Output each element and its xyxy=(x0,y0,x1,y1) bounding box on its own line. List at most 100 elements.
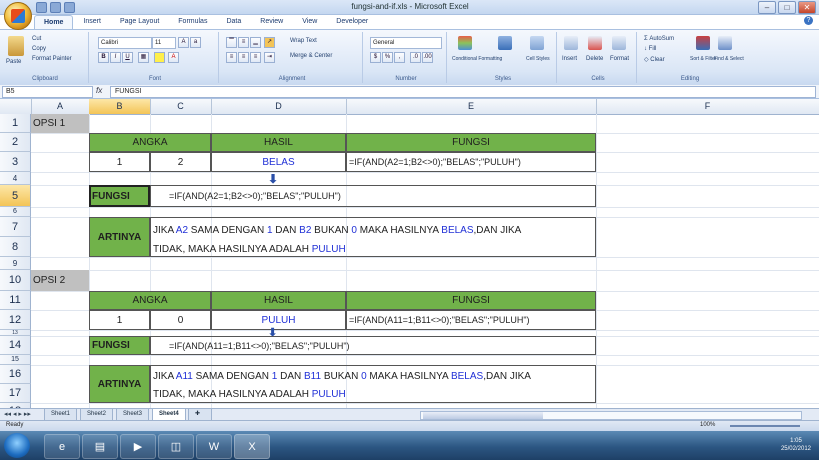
row-header-15[interactable]: 15 xyxy=(0,355,31,365)
increase-decimal-icon[interactable]: .0 xyxy=(410,52,421,63)
column-header-e[interactable]: E xyxy=(346,99,597,114)
sort-filter-button[interactable]: Sort & Filter xyxy=(690,56,716,62)
decrease-decimal-icon[interactable]: .00 xyxy=(422,52,433,63)
wrap-text-button[interactable]: Wrap Text xyxy=(290,38,317,44)
cell-d2-hasil[interactable]: HASIL xyxy=(211,133,346,152)
bold-icon[interactable]: B xyxy=(98,52,109,63)
row-header-17[interactable]: 17 xyxy=(0,384,31,403)
delete-button[interactable]: Delete xyxy=(586,56,603,62)
cell-styles-icon[interactable] xyxy=(530,36,544,50)
number-format-select[interactable]: General xyxy=(370,37,442,49)
cell-styles-button[interactable]: Cell Styles xyxy=(526,56,550,62)
paste-icon[interactable] xyxy=(8,36,24,56)
format-cells-icon[interactable] xyxy=(612,36,626,50)
insert-button[interactable]: Insert xyxy=(562,56,577,62)
shrink-font-icon[interactable]: a xyxy=(190,37,201,48)
cell-c5-formula[interactable]: =IF(AND(A2=1;B2<>0);"BELAS";"PULUH") xyxy=(150,185,596,207)
tab-developer[interactable]: Developer xyxy=(327,15,377,28)
row-header-7[interactable]: 7 xyxy=(0,217,31,237)
minimize-button[interactable]: – xyxy=(758,1,776,14)
percent-icon[interactable]: % xyxy=(382,52,393,63)
column-header-a[interactable]: A xyxy=(31,99,90,114)
column-header-d[interactable]: D xyxy=(211,99,347,114)
row-header-16[interactable]: 16 xyxy=(0,365,31,384)
row-header-8[interactable]: 8 xyxy=(0,237,31,257)
cell-b5-fungsi-label[interactable]: FUNGSI xyxy=(89,185,150,207)
horizontal-scrollbar[interactable] xyxy=(420,411,802,420)
row-header-5[interactable]: 5 xyxy=(0,185,31,207)
row-header-10[interactable]: 10 xyxy=(0,270,31,291)
tab-home[interactable]: Home xyxy=(34,15,74,29)
row-header-2[interactable]: 2 xyxy=(0,133,31,152)
row-header-12[interactable]: 12 xyxy=(0,310,31,330)
zoom-slider[interactable] xyxy=(730,425,800,427)
paste-button[interactable]: Paste xyxy=(6,59,21,65)
conditional-formatting-button[interactable]: Conditional Formatting xyxy=(452,56,502,62)
formula-input[interactable]: FUNGSI xyxy=(110,86,816,98)
cut-button[interactable]: Cut xyxy=(32,36,41,42)
maximize-button[interactable]: □ xyxy=(778,1,796,14)
row-header-3[interactable]: 3 xyxy=(0,152,31,172)
font-color-icon[interactable]: A xyxy=(168,52,179,63)
cell-e3[interactable]: =IF(AND(A2=1;B2<>0);"BELAS";"PULUH") xyxy=(346,152,596,172)
fill-button[interactable]: ↓ Fill xyxy=(644,46,656,52)
format-table-icon[interactable] xyxy=(498,36,512,50)
underline-icon[interactable]: U xyxy=(122,52,133,63)
autosum-button[interactable]: Σ AutoSum xyxy=(644,36,674,42)
zoom-level[interactable]: 100% xyxy=(700,422,715,428)
fill-color-icon[interactable] xyxy=(154,52,165,63)
row-header-1[interactable]: 1 xyxy=(0,114,31,133)
row-header-9[interactable]: 9 xyxy=(0,257,31,270)
insert-cells-icon[interactable] xyxy=(564,36,578,50)
network-icon[interactable]: ◫ xyxy=(158,434,194,459)
format-button[interactable]: Format xyxy=(610,56,629,62)
undo-icon[interactable] xyxy=(50,2,61,13)
align-bottom-icon[interactable]: ▁ xyxy=(250,37,261,48)
cell-e12[interactable]: =IF(AND(A11=1;B11<>0);"BELAS";"PULUH") xyxy=(346,310,596,330)
sheet-nav-arrows-icon[interactable]: ◂◂ ◂ ▸ ▸▸ xyxy=(4,410,31,418)
align-right-icon[interactable]: ≡ xyxy=(250,52,261,63)
currency-icon[interactable]: $ xyxy=(370,52,381,63)
tab-review[interactable]: Review xyxy=(251,15,292,28)
align-center-icon[interactable]: ≡ xyxy=(238,52,249,63)
cell-e11-fungsi[interactable]: FUNGSI xyxy=(346,291,596,310)
merge-center-button[interactable]: Merge & Center xyxy=(290,53,332,59)
orientation-icon[interactable]: ↗ xyxy=(264,37,275,48)
align-top-icon[interactable]: ▔ xyxy=(226,37,237,48)
insert-function-icon[interactable]: fx xyxy=(96,86,102,95)
cell-a10[interactable]: OPSI 2 xyxy=(31,270,89,291)
row-header-14[interactable]: 14 xyxy=(0,336,31,355)
grow-font-icon[interactable]: A xyxy=(178,37,189,48)
redo-icon[interactable] xyxy=(64,2,75,13)
cell-b11-angka[interactable]: ANGKA xyxy=(89,291,211,310)
border-icon[interactable]: ▦ xyxy=(138,52,149,63)
cell-c16-explanation[interactable]: JIKA A11 SAMA DENGAN 1 DAN B11 BUKAN 0 M… xyxy=(150,365,596,403)
format-painter-button[interactable]: Format Painter xyxy=(32,56,72,62)
cell-e2-fungsi[interactable]: FUNGSI xyxy=(346,133,596,152)
clear-button[interactable]: ◇ Clear xyxy=(644,56,665,63)
copy-button[interactable]: Copy xyxy=(32,46,46,52)
row-header-4[interactable]: 4 xyxy=(0,172,31,185)
explorer-icon[interactable]: ▤ xyxy=(82,434,118,459)
sort-filter-icon[interactable] xyxy=(696,36,710,50)
cell-c3[interactable]: 2 xyxy=(150,152,211,172)
align-middle-icon[interactable]: ≡ xyxy=(238,37,249,48)
cell-b3[interactable]: 1 xyxy=(89,152,150,172)
cell-b7-artinya[interactable]: ARTINYA xyxy=(89,217,150,257)
align-left-icon[interactable]: ≡ xyxy=(226,52,237,63)
italic-icon[interactable]: I xyxy=(110,52,121,63)
find-select-button[interactable]: Find & Select xyxy=(714,56,744,62)
row-header-11[interactable]: 11 xyxy=(0,291,31,310)
tab-insert[interactable]: Insert xyxy=(74,15,110,28)
save-icon[interactable] xyxy=(36,2,47,13)
system-clock[interactable]: 1:05 25/02/2012 xyxy=(781,437,811,453)
select-all-corner[interactable] xyxy=(0,99,32,114)
excel-icon[interactable]: X xyxy=(234,434,270,459)
cell-d3[interactable]: BELAS xyxy=(211,152,346,172)
cell-a1[interactable]: OPSI 1 xyxy=(31,114,89,133)
start-button[interactable] xyxy=(4,433,30,458)
help-icon[interactable]: ? xyxy=(804,16,813,25)
comma-icon[interactable]: , xyxy=(394,52,405,63)
cell-b12[interactable]: 1 xyxy=(89,310,150,330)
cell-d11-hasil[interactable]: HASIL xyxy=(211,291,346,310)
